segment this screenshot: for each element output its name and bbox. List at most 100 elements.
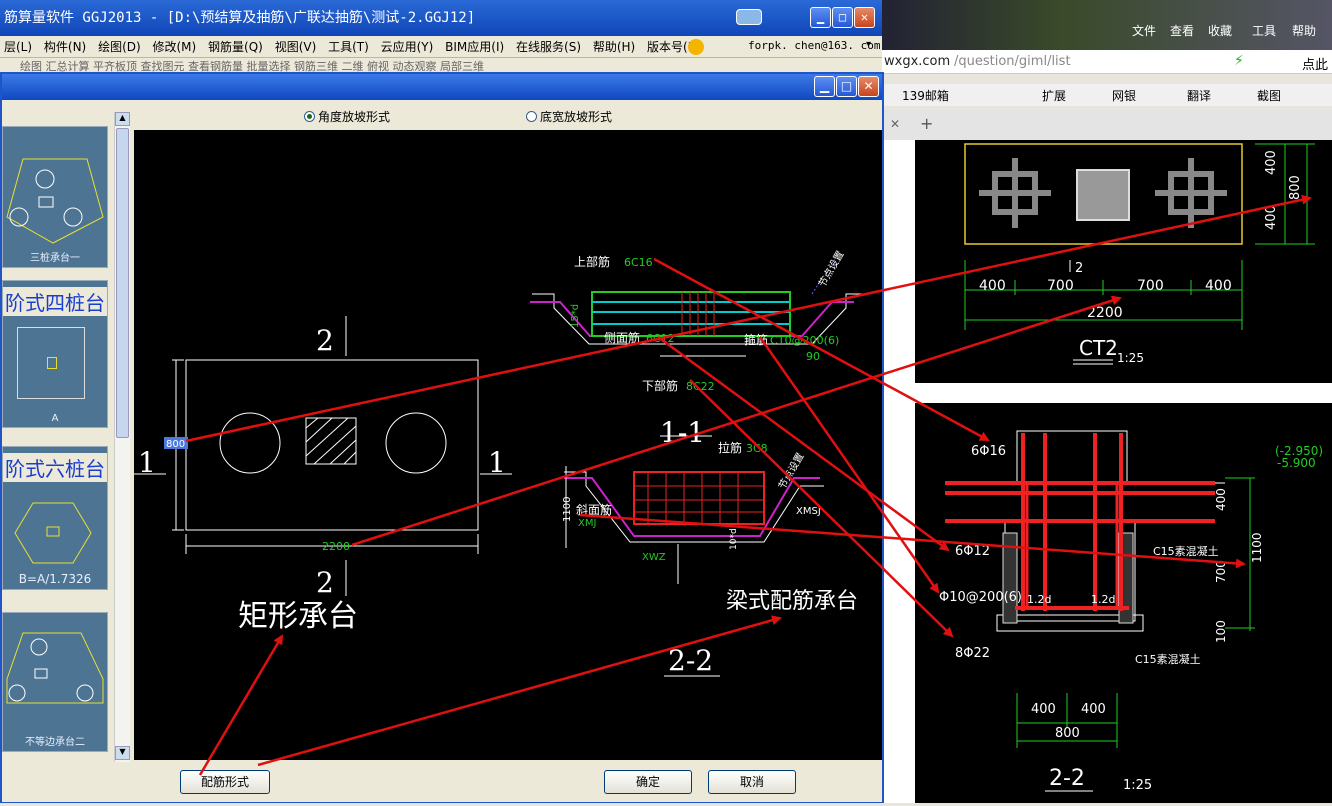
- ok-button[interactable]: 确定: [604, 770, 692, 794]
- menu-item[interactable]: 钢筋量(Q): [204, 36, 267, 58]
- dialog-buttons: 配筋形式 确定 取消: [2, 764, 882, 802]
- thumb-label: B=A/1.7326: [18, 572, 92, 586]
- section-11: [530, 259, 864, 437]
- scroll-thumb[interactable]: [116, 128, 129, 438]
- menu-item[interactable]: 帮助(H): [589, 36, 639, 58]
- dialog-close-icon[interactable]: ✕: [858, 76, 879, 97]
- thumb-three-pile[interactable]: 三桩承台一: [2, 126, 108, 268]
- menu-item[interactable]: 层(L): [0, 36, 36, 58]
- rebar-form-button[interactable]: 配筋形式: [180, 770, 270, 794]
- thumb-scrollbar[interactable]: ▲ ▼: [114, 112, 130, 762]
- minimize-icon[interactable]: ▁: [810, 7, 831, 28]
- cancel-button[interactable]: 取消: [708, 770, 796, 794]
- scale-2: 1:25: [1123, 778, 1152, 793]
- dim-r-0: 400: [1214, 488, 1228, 511]
- radio-angle-slope[interactable]: 角度放坡形式: [304, 108, 390, 125]
- pile-right: [1155, 158, 1227, 228]
- menu-item[interactable]: 视图(V): [271, 36, 321, 58]
- xmsj-label: XMSJ: [796, 506, 821, 517]
- user-account[interactable]: forpk. chen@163. com: [748, 39, 880, 52]
- pile-left: [979, 158, 1051, 228]
- node-label-1: 节点设置: [816, 249, 846, 290]
- pile-circle-right: [385, 412, 447, 474]
- mark-1-right: 1: [488, 446, 506, 479]
- top-bar-label: 上部筋: [574, 254, 610, 269]
- address-bar[interactable]: wxgx.com /question/giml/list ⚡ 点此: [882, 50, 1332, 74]
- thumb-unequal-cap[interactable]: 不等边承台二: [2, 612, 108, 752]
- browser-menu-view[interactable]: 查看: [1170, 22, 1194, 39]
- column-square: [1076, 169, 1130, 221]
- xwz-label: XWZ: [642, 552, 666, 563]
- bookmark-ext[interactable]: 扩展: [1042, 87, 1066, 104]
- mark-1-left: 1: [138, 446, 156, 479]
- skin-icon[interactable]: [736, 9, 762, 25]
- section-11-title: 1-1: [660, 416, 705, 449]
- menu-item[interactable]: BIM应用(I): [441, 36, 508, 58]
- stirrup-value: C10@200(6): [770, 334, 839, 347]
- menu-item[interactable]: 工具(T): [324, 36, 373, 58]
- section-22-title: 2-2: [668, 644, 713, 677]
- side-bar-label: 侧面筋: [604, 330, 640, 345]
- gauge2-label: 10*d: [729, 528, 739, 550]
- radio-angle-label: 角度放坡形式: [318, 110, 391, 124]
- ld-right: 1.2d: [1091, 593, 1115, 606]
- scroll-down-icon[interactable]: ▼: [115, 746, 130, 760]
- close-icon[interactable]: ✕: [854, 7, 875, 28]
- browser-menu-help[interactable]: 帮助: [1292, 22, 1316, 39]
- tie-bar-value: 3C8: [746, 442, 768, 455]
- rect-cap-outline: [185, 359, 479, 531]
- avatar-icon[interactable]: [688, 39, 704, 55]
- dim-b-2: 800: [1055, 726, 1080, 741]
- menu-item[interactable]: 云应用(Y): [377, 36, 438, 58]
- scroll-up-icon[interactable]: ▲: [115, 112, 130, 126]
- bookmark-139[interactable]: 139邮箱: [902, 87, 949, 104]
- bookmark-bank[interactable]: 网银: [1112, 87, 1136, 104]
- ct2-plan-image: 400 800 400 2 400 700 700 400 2200 CT2 1…: [915, 140, 1332, 383]
- dim-top-1: 700: [1047, 278, 1074, 294]
- dim-r-2: 700: [1214, 560, 1228, 583]
- rect-cap-label: 矩形承台: [238, 599, 358, 634]
- radio-dot-selected[interactable]: [304, 111, 315, 122]
- browser-menu-file[interactable]: 文件: [1132, 22, 1156, 39]
- page-gap: [915, 383, 1332, 403]
- slope-bar-value: XMJ: [578, 518, 596, 529]
- dim-800: 800: [1288, 175, 1303, 200]
- new-tab-icon[interactable]: +: [920, 114, 933, 133]
- radio-dot[interactable]: [526, 111, 537, 122]
- app-titlebar: 筋算量软件 GGJ2013 - [D:\预结算及抽筋\广联达抽筋\测试-2.GG…: [0, 0, 882, 36]
- cad-drawing: 1 1 2 2 2200 800 矩形承台 上部筋 6C16 侧面筋 6C12 …: [134, 249, 864, 677]
- lightning-icon[interactable]: ⚡: [1234, 53, 1244, 69]
- chevron-down-icon[interactable]: ▾: [866, 39, 871, 50]
- radio-width-slope[interactable]: 底宽放坡形式: [526, 108, 612, 125]
- cap-type-dialog: ▁ □ ✕ 三桩承台一 阶式四桩台 A 阶式六桩台 B=A/1.7326 不等边…: [0, 72, 884, 803]
- bookmark-screenshot[interactable]: 截图: [1257, 87, 1281, 104]
- radio-width-label: 底宽放坡形式: [540, 110, 613, 124]
- c15-a: C15素混凝土: [1153, 544, 1219, 558]
- menu-item[interactable]: 绘图(D): [94, 36, 145, 58]
- thumb-label: A: [51, 413, 59, 424]
- dialog-maximize-icon[interactable]: □: [836, 76, 857, 97]
- c15-b: C15素混凝土: [1135, 652, 1201, 666]
- bookmark-translate[interactable]: 翻译: [1187, 87, 1211, 104]
- left-dim-label: 1100: [562, 497, 573, 522]
- menu-item[interactable]: 构件(N): [40, 36, 90, 58]
- thumb-stepped-six-pile[interactable]: 阶式六桩台 B=A/1.7326: [2, 446, 108, 590]
- maximize-icon[interactable]: □: [832, 7, 853, 28]
- browser-menu-favorites[interactable]: 收藏: [1208, 22, 1232, 39]
- menu-item[interactable]: 在线服务(S): [512, 36, 585, 58]
- section-22-image: 6Φ16 6Φ12 Φ10@200(6) 8Φ22 (-2.950) -5.90…: [915, 403, 1332, 803]
- dim-b-1: 400: [1081, 702, 1106, 717]
- dim-800: 800: [166, 439, 185, 450]
- dialog-minimize-icon[interactable]: ▁: [814, 76, 835, 97]
- sec22-title: 2-2: [1049, 766, 1085, 791]
- thumb-stepped-four-pile[interactable]: 阶式四桩台 A: [2, 280, 108, 428]
- url-path: /question/giml/list: [954, 54, 1071, 69]
- unequal-cap-icon: [6, 632, 104, 704]
- browser-menu-tools[interactable]: 工具: [1252, 22, 1276, 39]
- menu-item[interactable]: 修改(M): [149, 36, 201, 58]
- ninety-label: 90: [806, 350, 820, 363]
- search-hint[interactable]: 点此: [1302, 54, 1328, 73]
- bar-8c22: 8Φ22: [955, 646, 990, 661]
- dim-top-2: 700: [1137, 278, 1164, 294]
- tab-close-icon[interactable]: ✕: [890, 117, 900, 131]
